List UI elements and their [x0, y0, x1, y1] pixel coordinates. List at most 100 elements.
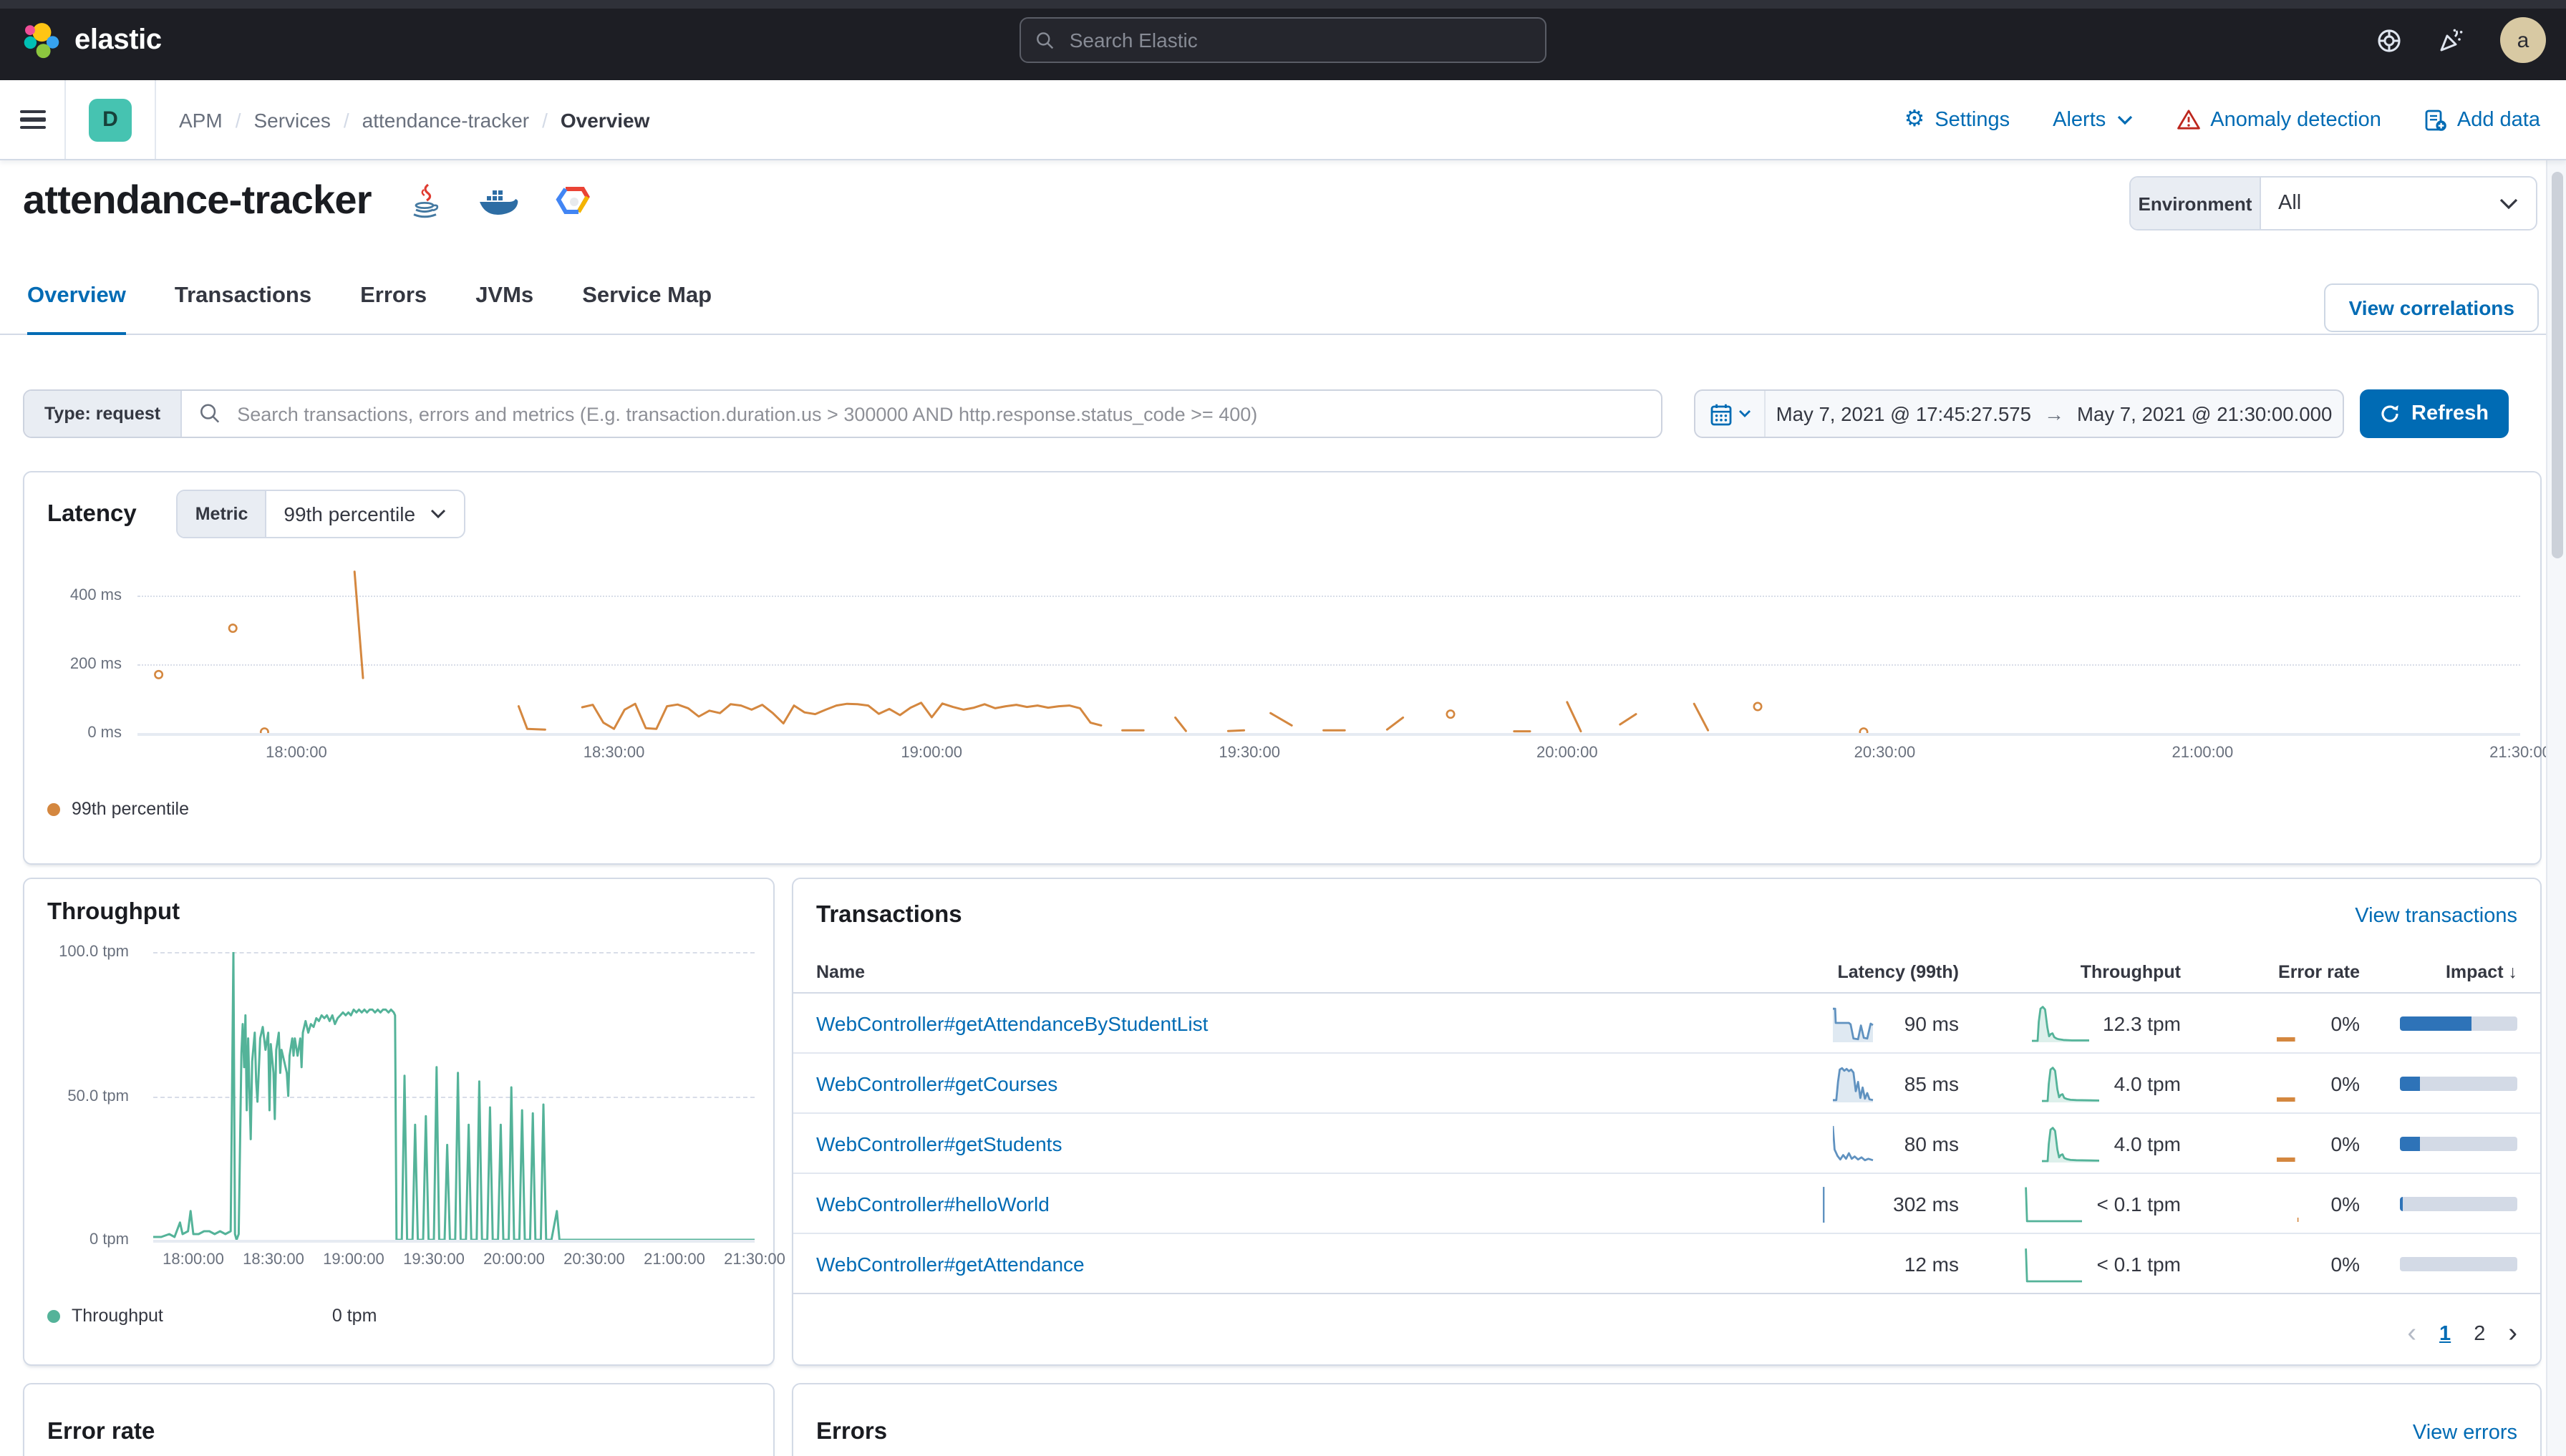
anomaly-detection-button[interactable]: Anomaly detection — [2176, 108, 2381, 131]
scrollbar-thumb[interactable] — [2552, 172, 2563, 558]
chevron-down-icon — [1738, 409, 1751, 418]
page-2[interactable]: 2 — [2474, 1322, 2485, 1345]
metric-value[interactable]: 99th percentile — [266, 491, 464, 537]
col-error-rate[interactable]: Error rate — [2181, 962, 2360, 982]
tab-transactions[interactable]: Transactions — [175, 283, 311, 334]
tab-service-map[interactable]: Service Map — [582, 283, 712, 334]
page-1[interactable]: 1 — [2439, 1322, 2451, 1345]
y-tick-0tpm: 0 tpm — [24, 1231, 129, 1248]
y-tick-50tpm: 50.0 tpm — [24, 1088, 129, 1105]
y-tick-200ms: 200 ms — [24, 656, 122, 673]
user-avatar[interactable]: a — [2500, 17, 2546, 63]
col-name[interactable]: Name — [816, 962, 1787, 982]
throughput-chart[interactable] — [153, 952, 755, 1240]
news-popper-icon[interactable] — [2437, 26, 2466, 54]
transaction-link[interactable]: WebController#getStudents — [816, 1132, 1787, 1155]
breadcrumb-services[interactable]: Services — [253, 108, 362, 131]
environment-label: Environment — [2131, 178, 2261, 229]
global-topbar: elastic — [0, 0, 2566, 80]
throughput-sparkline — [2025, 1245, 2082, 1282]
chevron-down-icon — [430, 508, 447, 520]
transactions-panel: Transactions View transactions Name Late… — [792, 878, 2542, 1366]
throughput-panel: Throughput 100.0 tpm 50.0 tpm 0 tpm 18:0… — [23, 878, 775, 1366]
docker-icon — [478, 186, 518, 218]
kql-filter: Type: request — [23, 389, 1662, 438]
topbar-actions: a — [2376, 0, 2546, 80]
error-rate-sparkline — [2260, 1004, 2317, 1042]
latency-sparkline — [1821, 1185, 1879, 1222]
search-icon — [1035, 29, 1055, 51]
date-end[interactable]: May 7, 2021 @ 21:30:00.000 — [2077, 403, 2332, 424]
environment-value[interactable]: All — [2261, 178, 2536, 229]
transaction-link[interactable]: WebController#getCourses — [816, 1072, 1787, 1095]
latency-chart[interactable] — [137, 564, 2520, 733]
sort-desc-icon: ↓ — [2509, 962, 2518, 982]
elastic-logo[interactable]: elastic — [23, 0, 162, 80]
transaction-link[interactable]: WebController#getAttendanceByStudentList — [816, 1011, 1787, 1034]
impact-bar — [2400, 1016, 2517, 1030]
latency-sparkline — [1833, 1004, 1890, 1042]
y-tick-100tpm: 100.0 tpm — [24, 943, 129, 961]
add-data-button[interactable]: Add data — [2424, 108, 2540, 131]
x-axis-line — [153, 1240, 755, 1242]
help-icon[interactable] — [2376, 26, 2403, 54]
elastic-logo-icon — [23, 21, 60, 59]
global-search-input[interactable] — [1067, 27, 1531, 53]
add-data-icon — [2424, 108, 2447, 131]
refresh-button[interactable]: Refresh — [2360, 389, 2509, 438]
topbar-edge — [0, 0, 2566, 9]
tabs-row: Overview Transactions Errors JVMs Servic… — [0, 243, 2566, 335]
table-row: WebController#getAttendance 12 ms < 0.1 … — [793, 1234, 2540, 1294]
view-correlations-button[interactable]: View correlations — [2325, 283, 2539, 332]
error-rate-title: Error rate — [47, 1419, 155, 1446]
divider — [155, 80, 156, 159]
global-search[interactable] — [1020, 17, 1546, 63]
date-start[interactable]: May 7, 2021 @ 17:45:27.575 — [1776, 403, 2031, 424]
impact-bar — [2400, 1256, 2517, 1271]
service-agent-icons — [410, 183, 593, 220]
environment-select: Environment All — [2129, 176, 2537, 230]
divider — [64, 80, 66, 159]
table-row: WebController#getStudents 80 ms 4.0 tpm … — [793, 1114, 2540, 1174]
warning-icon — [2176, 109, 2200, 130]
table-row: WebController#getAttendanceByStudentList… — [793, 994, 2540, 1054]
col-throughput[interactable]: Throughput — [1959, 962, 2181, 982]
latency-legend[interactable]: 99th percentile — [47, 799, 189, 819]
legend-dot-green — [47, 1309, 60, 1322]
y-tick-400ms: 400 ms — [24, 587, 122, 604]
scrollbar[interactable] — [2546, 80, 2566, 1456]
tab-overview[interactable]: Overview — [27, 283, 126, 335]
page-next-icon[interactable]: › — [2508, 1320, 2517, 1347]
gcp-icon — [556, 185, 593, 218]
latency-sparkline — [1833, 1064, 1890, 1102]
errors-title: Errors — [816, 1419, 887, 1446]
latency-metric-select: Metric 99th percentile — [177, 490, 465, 538]
transaction-search-input[interactable] — [234, 402, 1644, 426]
tab-errors[interactable]: Errors — [360, 283, 427, 334]
calendar-button[interactable] — [1695, 391, 1766, 437]
transaction-link[interactable]: WebController#helloWorld — [816, 1192, 1787, 1215]
space-avatar[interactable]: D — [89, 98, 132, 141]
view-transactions-link[interactable]: View transactions — [2355, 904, 2517, 927]
col-impact[interactable]: Impact ↓ — [2360, 962, 2517, 982]
type-filter-label[interactable]: Type: request — [24, 391, 182, 437]
throughput-legend-value: 0 tpm — [332, 1306, 377, 1326]
chevron-down-icon — [2116, 114, 2133, 125]
settings-button[interactable]: ⚙ Settings — [1904, 108, 2010, 131]
transaction-link[interactable]: WebController#getAttendance — [816, 1252, 1787, 1275]
tabs: Overview Transactions Errors JVMs Servic… — [27, 283, 712, 334]
throughput-legend[interactable]: Throughput 0 tpm — [47, 1306, 377, 1326]
breadcrumb-apm[interactable]: APM — [179, 108, 253, 131]
view-errors-link[interactable]: View errors — [2413, 1421, 2517, 1444]
page-prev-icon[interactable]: ‹ — [2407, 1320, 2416, 1347]
breadcrumb-current: Overview — [561, 108, 650, 131]
col-latency[interactable]: Latency (99th) — [1787, 962, 1959, 982]
latency-title: Latency — [47, 500, 137, 528]
error-rate-sparkline — [2260, 1064, 2317, 1102]
tab-jvms[interactable]: JVMs — [475, 283, 533, 334]
impact-bar — [2400, 1076, 2517, 1090]
alerts-button[interactable]: Alerts — [2053, 108, 2133, 131]
menu-icon[interactable] — [20, 110, 46, 130]
page-title: attendance-tracker — [23, 178, 372, 223]
breadcrumb-service[interactable]: attendance-tracker — [362, 108, 561, 131]
